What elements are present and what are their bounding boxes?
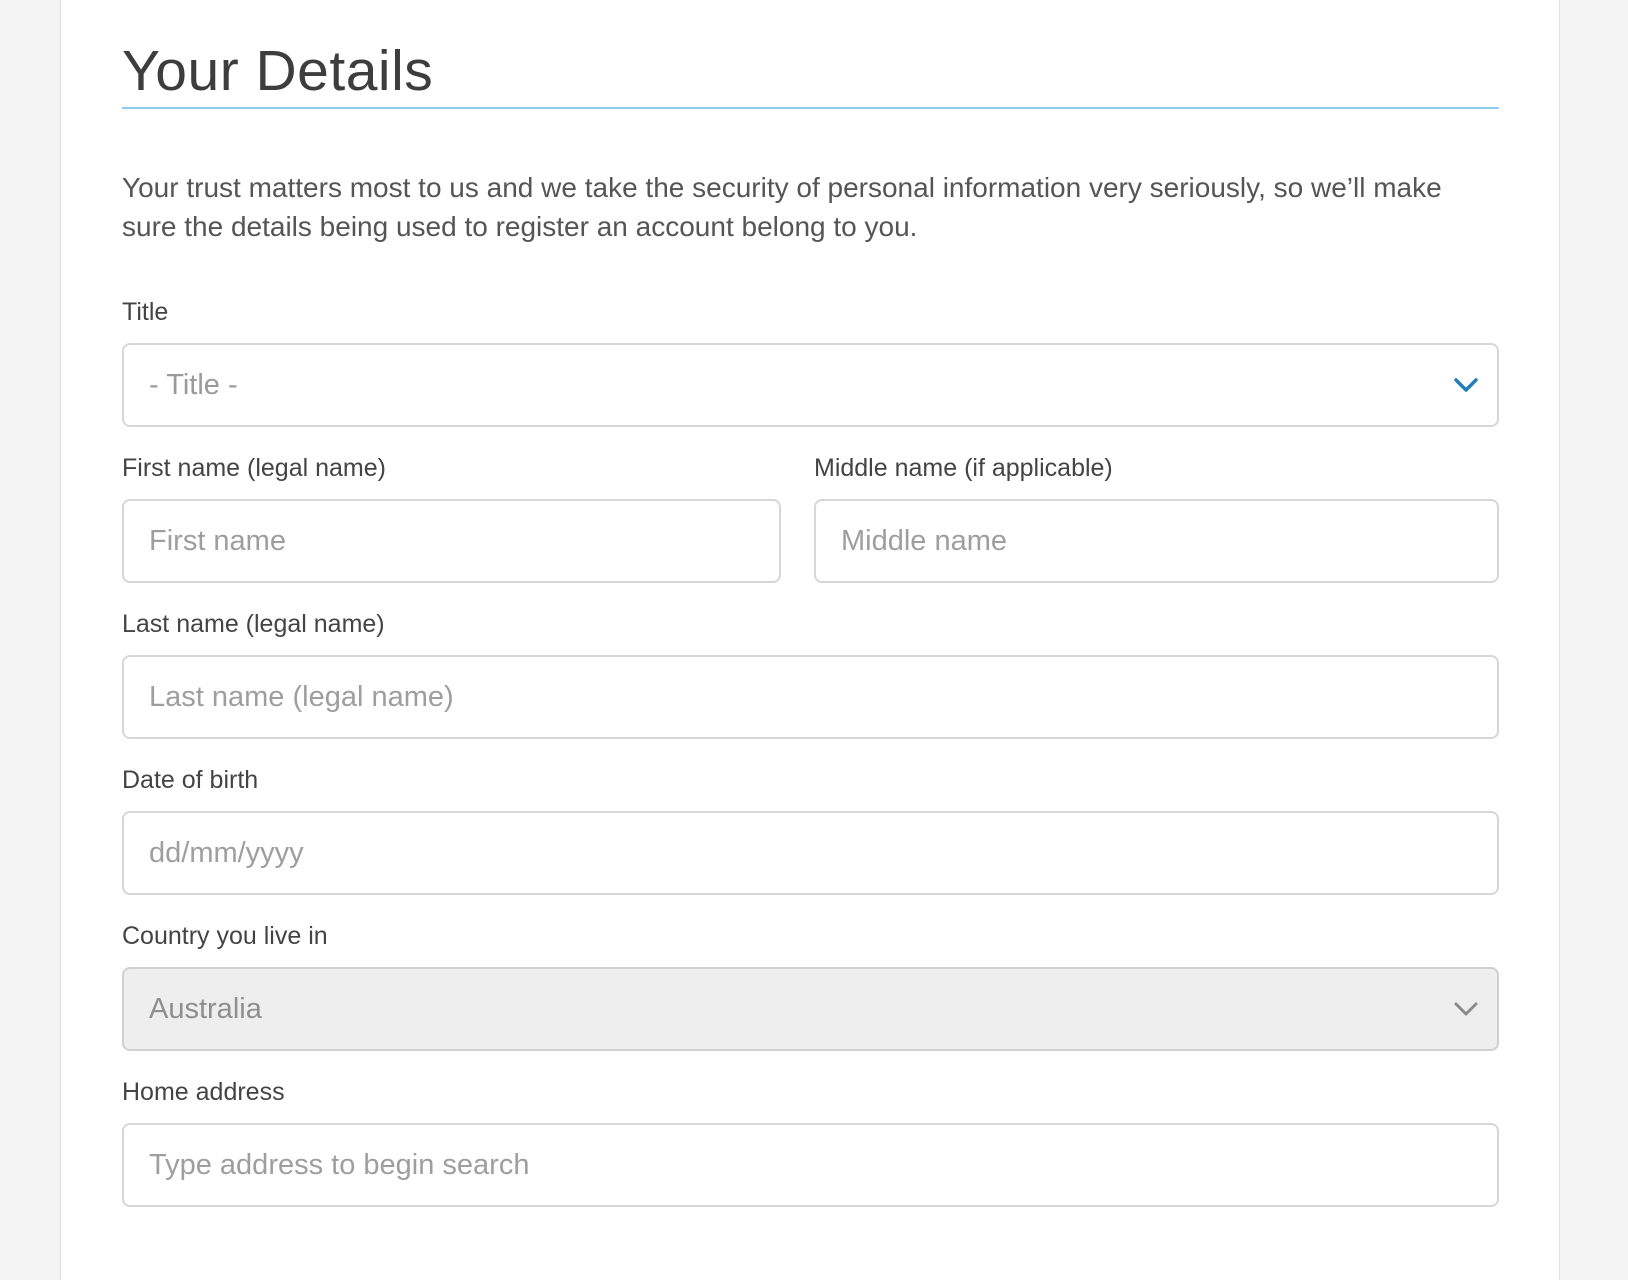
last-name-label: Last name (legal name) (122, 610, 385, 638)
address-input[interactable] (149, 1125, 1497, 1205)
address-label: Home address (122, 1078, 285, 1106)
intro-text: Your trust matters most to us and we tak… (122, 172, 1442, 242)
title-divider (122, 107, 1499, 109)
middle-name-input[interactable] (841, 501, 1497, 581)
country-select[interactable]: Australia (122, 967, 1499, 1051)
title-select-value: - Title - (149, 368, 238, 401)
form-panel: Your Details Your trust matters most to … (60, 0, 1560, 1280)
last-name-input[interactable] (149, 657, 1497, 737)
chevron-down-icon (1454, 378, 1478, 392)
dob-field[interactable] (122, 811, 1499, 895)
address-field[interactable] (122, 1123, 1499, 1207)
dob-label: Date of birth (122, 766, 259, 794)
middle-name-field[interactable] (814, 499, 1499, 583)
chevron-down-icon (1454, 1002, 1478, 1016)
title-label: Title (122, 298, 169, 326)
middle-name-label: Middle name (if applicable) (814, 454, 1113, 482)
last-name-field[interactable] (122, 655, 1499, 739)
title-select[interactable]: - Title - (122, 343, 1499, 427)
first-name-field[interactable] (122, 499, 781, 583)
page-title: Your Details (122, 39, 434, 103)
country-label: Country you live in (122, 922, 328, 950)
dob-input[interactable] (149, 813, 1497, 893)
country-select-value: Australia (149, 992, 262, 1025)
first-name-input[interactable] (149, 501, 779, 581)
first-name-label: First name (legal name) (122, 454, 386, 482)
